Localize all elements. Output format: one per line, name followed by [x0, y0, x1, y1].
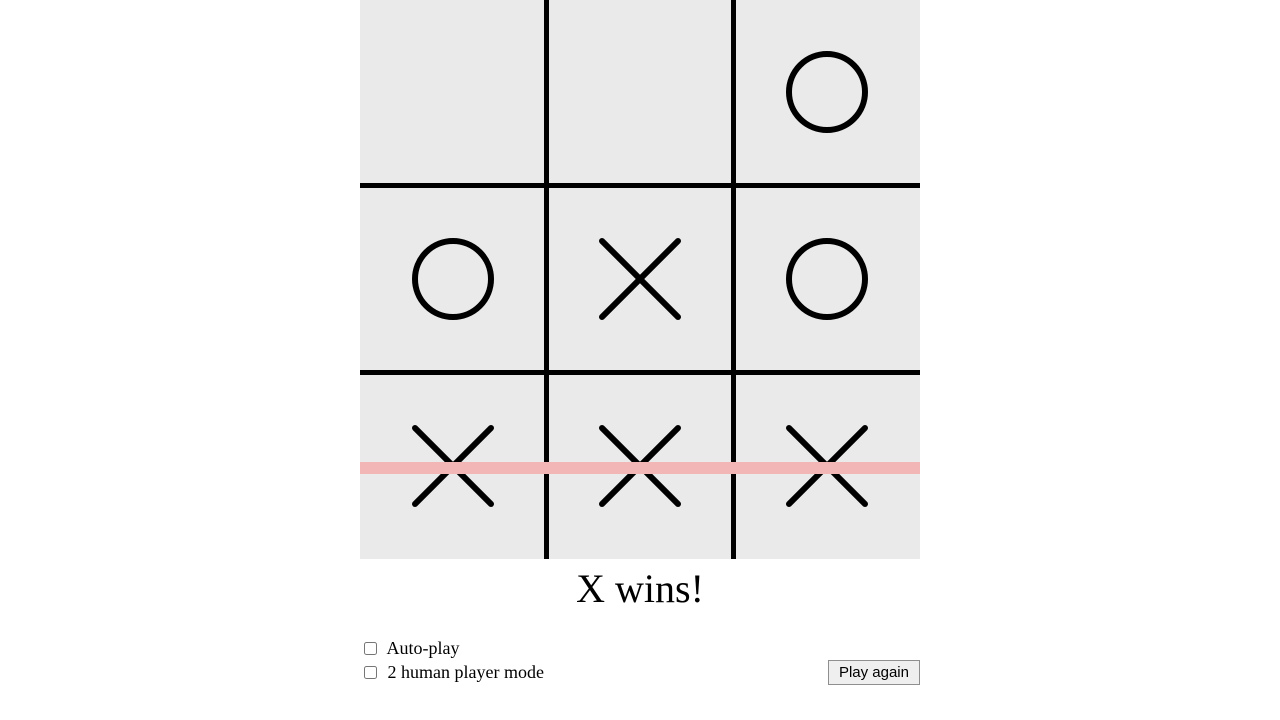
two-human-option[interactable]: 2 human player mode [360, 660, 544, 684]
cell-0-2[interactable] [733, 0, 920, 186]
cell-0-1[interactable] [547, 0, 734, 186]
cell-1-2[interactable] [733, 186, 920, 373]
two-human-label: 2 human player mode [388, 662, 544, 682]
o-mark-icon [777, 229, 877, 329]
autoplay-checkbox[interactable] [364, 642, 377, 655]
controls-row: Auto-play 2 human player mode Play again [360, 636, 920, 685]
x-mark-icon [590, 229, 690, 329]
winning-line [360, 462, 920, 474]
o-mark-icon [403, 229, 503, 329]
two-human-checkbox[interactable] [364, 666, 377, 679]
cell-0-0[interactable] [360, 0, 547, 186]
cell-1-0[interactable] [360, 186, 547, 373]
cell-1-1[interactable] [547, 186, 734, 373]
status-text: X wins! [360, 565, 920, 612]
play-again-button[interactable]: Play again [828, 660, 920, 685]
game-board [360, 0, 920, 559]
options: Auto-play 2 human player mode [360, 636, 544, 685]
autoplay-label: Auto-play [387, 638, 460, 658]
o-mark-icon [777, 42, 877, 142]
autoplay-option[interactable]: Auto-play [360, 636, 544, 660]
